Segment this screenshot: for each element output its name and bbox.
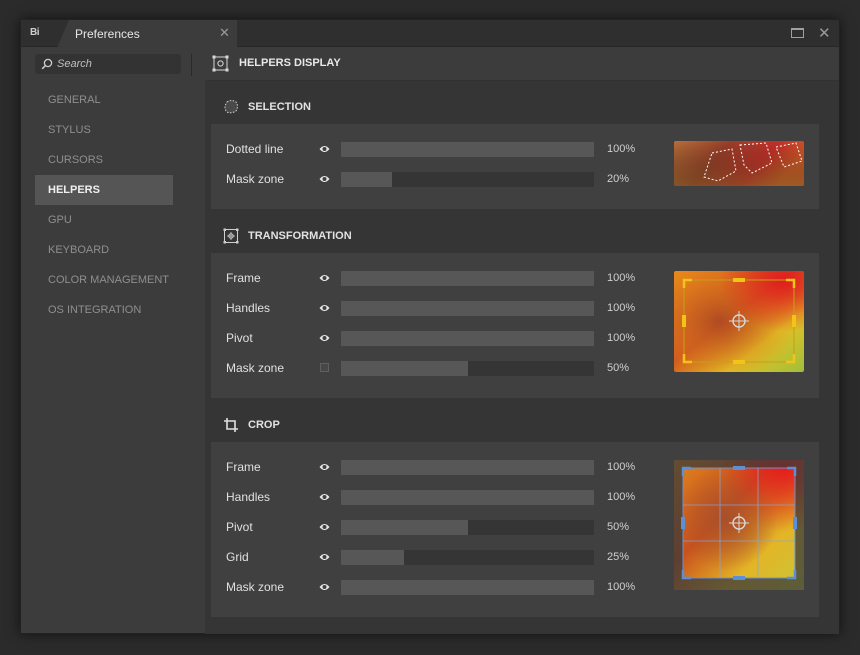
row-label: Pivot	[226, 331, 253, 345]
opacity-slider[interactable]	[341, 550, 594, 565]
sidebar-item-os-integration[interactable]: OS INTEGRATION	[35, 295, 173, 325]
percent-value: 50%	[607, 521, 630, 533]
pane-divider	[191, 54, 192, 76]
transformation-icon	[223, 228, 239, 244]
slider-fill	[341, 490, 594, 505]
visibility-eye-icon[interactable]	[319, 273, 330, 283]
tab-title: Preferences	[75, 27, 140, 41]
search-box	[35, 54, 181, 74]
percent-value: 100%	[607, 461, 636, 473]
opacity-slider[interactable]	[341, 301, 594, 316]
slider-fill	[341, 361, 468, 376]
opacity-slider[interactable]	[341, 520, 594, 535]
selection-card: Dotted line 100% Mask zone 20%	[211, 124, 819, 209]
slider-fill	[341, 580, 594, 595]
sidebar-item-cursors[interactable]: CURSORS	[35, 145, 173, 175]
visibility-eye-icon[interactable]	[319, 492, 330, 502]
percent-value: 50%	[607, 362, 630, 374]
row-label: Grid	[226, 550, 249, 564]
visibility-eye-icon[interactable]	[319, 333, 330, 343]
page-title: HELPERS DISPLAY	[239, 57, 341, 69]
row-label: Mask zone	[226, 580, 285, 594]
visibility-eye-icon[interactable]	[319, 462, 330, 472]
slider-fill	[341, 172, 392, 187]
visibility-eye-icon[interactable]	[319, 303, 330, 313]
app-logo: Bi	[30, 27, 40, 38]
selection-icon	[224, 100, 238, 114]
row-label: Frame	[226, 271, 261, 285]
opacity-slider[interactable]	[341, 271, 594, 286]
tab-close-icon[interactable]: ✕	[219, 25, 230, 41]
slider-fill	[341, 331, 594, 346]
sidebar-item-gpu[interactable]: GPU	[35, 205, 173, 235]
percent-value: 100%	[607, 491, 636, 503]
slider-fill	[341, 520, 468, 535]
opacity-slider[interactable]	[341, 580, 594, 595]
selection-preview-image	[674, 141, 804, 186]
visibility-eye-icon[interactable]	[319, 144, 330, 154]
slider-fill	[341, 271, 594, 286]
preferences-window: Bi Preferences ✕ ✕ GENERAL STYLUS CURSOR…	[20, 19, 840, 634]
slider-fill	[341, 301, 594, 316]
opacity-slider[interactable]	[341, 172, 594, 187]
sidebar-item-stylus[interactable]: STYLUS	[35, 115, 173, 145]
percent-value: 100%	[607, 302, 636, 314]
row-label: Frame	[226, 460, 261, 474]
transformation-card: Frame 100% Handles 100% Pivot 100% Mask …	[211, 253, 819, 398]
slider-fill	[341, 550, 405, 565]
row-label: Mask zone	[226, 172, 285, 186]
percent-value: 100%	[607, 581, 636, 593]
crop-preview-image	[674, 460, 804, 590]
percent-value: 20%	[607, 173, 630, 185]
visibility-eye-icon[interactable]	[319, 552, 330, 562]
opacity-slider[interactable]	[341, 142, 594, 157]
section-title-selection: SELECTION	[248, 101, 311, 113]
visibility-eye-icon[interactable]	[319, 522, 330, 532]
crop-icon	[224, 418, 238, 432]
section-title-transformation: TRANSFORMATION	[248, 230, 352, 242]
sidebar-item-color-management[interactable]: COLOR MANAGEMENT	[35, 265, 173, 295]
row-label: Dotted line	[226, 142, 284, 156]
slider-fill	[341, 142, 594, 157]
opacity-slider[interactable]	[341, 460, 594, 475]
visibility-checkbox[interactable]	[320, 363, 329, 372]
section-title-crop: CROP	[248, 419, 280, 431]
row-label: Pivot	[226, 520, 253, 534]
sidebar-nav: GENERAL STYLUS CURSORS HELPERS GPU KEYBO…	[35, 85, 173, 325]
visibility-eye-icon[interactable]	[319, 174, 330, 184]
row-label: Mask zone	[226, 361, 285, 375]
sidebar-item-keyboard[interactable]: KEYBOARD	[35, 235, 173, 265]
row-label: Handles	[226, 490, 271, 504]
percent-value: 25%	[607, 551, 630, 563]
title-bar: Bi Preferences ✕ ✕	[21, 20, 839, 48]
transformation-preview-image	[674, 271, 804, 372]
visibility-eye-icon[interactable]	[319, 582, 330, 592]
close-window-icon[interactable]: ✕	[818, 24, 831, 42]
percent-value: 100%	[607, 332, 636, 344]
row-label: Handles	[226, 301, 271, 315]
crop-card: Frame 100% Handles 100% Pivot 50% Grid 2…	[211, 442, 819, 617]
search-icon	[41, 58, 53, 70]
search-input[interactable]	[57, 56, 177, 72]
percent-value: 100%	[607, 143, 636, 155]
opacity-slider[interactable]	[341, 331, 594, 346]
maximize-icon[interactable]	[791, 28, 804, 38]
helpers-display-icon	[212, 55, 229, 72]
sidebar-item-helpers[interactable]: HELPERS	[35, 175, 173, 205]
opacity-slider[interactable]	[341, 490, 594, 505]
percent-value: 100%	[607, 272, 636, 284]
opacity-slider[interactable]	[341, 361, 594, 376]
slider-fill	[341, 460, 594, 475]
sidebar-item-general[interactable]: GENERAL	[35, 85, 173, 115]
